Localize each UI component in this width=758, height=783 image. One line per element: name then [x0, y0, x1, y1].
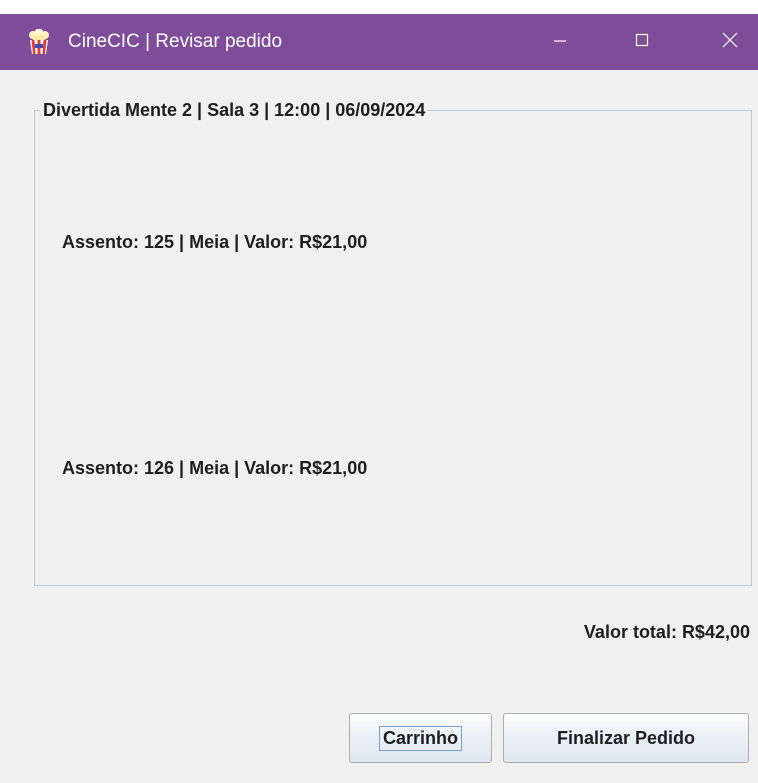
popcorn-icon [28, 28, 50, 55]
seat-item: Assento: 126 | Meia | Valor: R$21,00 [62, 458, 368, 478]
cart-button-label: Carrinho [378, 725, 463, 751]
finish-order-button-label: Finalizar Pedido [556, 727, 696, 748]
minimize-icon [552, 32, 568, 53]
close-button[interactable] [702, 14, 758, 70]
maximize-icon [634, 32, 650, 53]
close-icon [721, 31, 739, 54]
total-value: Valor total: R$42,00 [583, 622, 750, 642]
window-title: CineCIC | Revisar pedido [68, 31, 283, 52]
order-items-panel [34, 110, 752, 586]
seat-item: Assento: 125 | Meia | Valor: R$21,00 [62, 232, 368, 252]
minimize-button[interactable] [532, 14, 588, 70]
title-bar[interactable]: CineCIC | Revisar pedido [0, 14, 758, 70]
session-title: Divertida Mente 2 | Sala 3 | 12:00 | 06/… [40, 99, 429, 121]
maximize-button[interactable] [614, 14, 670, 70]
finish-order-button[interactable]: Finalizar Pedido [503, 713, 749, 763]
cart-button[interactable]: Carrinho [349, 713, 492, 763]
review-order-window: CineCIC | Revisar pedido Divertida Mente… [0, 14, 758, 783]
